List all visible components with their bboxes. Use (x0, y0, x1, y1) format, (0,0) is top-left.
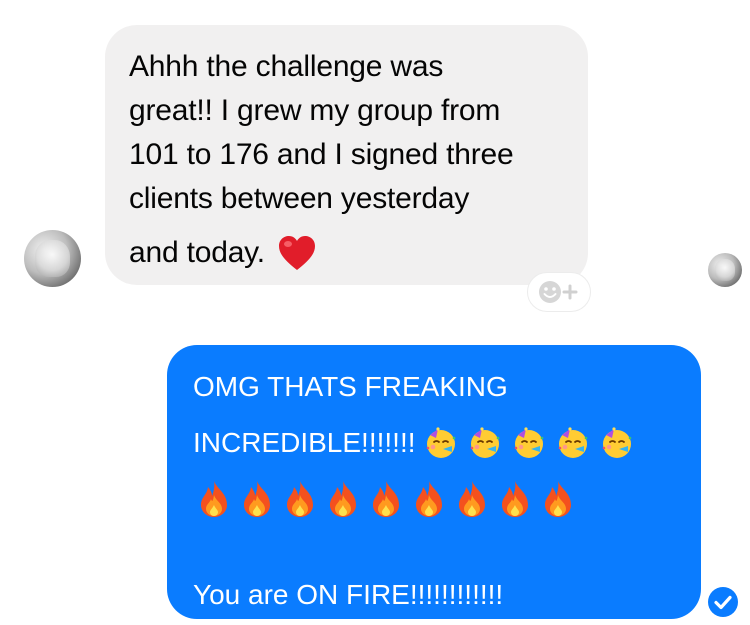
incoming-line-4: clients between yesterday (129, 182, 470, 215)
seen-by-avatar (708, 253, 742, 287)
fire-emoji-icon (502, 481, 528, 517)
fire-emoji-icon (330, 481, 356, 517)
outgoing-line-1: OMG THATS FREAKING (193, 359, 681, 415)
incoming-line-2: great!! I grew my group from (129, 94, 501, 127)
incoming-line-1: Ahhh the challenge was (129, 50, 444, 83)
incoming-line-5: and today. (129, 231, 564, 275)
fire-emoji-row (193, 471, 681, 527)
party-face-emoji-icon (602, 427, 631, 458)
fire-emoji-icon (416, 481, 442, 517)
incoming-line-5-text: and today. (129, 236, 265, 269)
incoming-line-3: 101 to 176 and I signed three (129, 138, 514, 171)
fire-emoji-icon (287, 481, 313, 517)
party-face-emoji-icon (470, 427, 499, 458)
fire-emoji-icon (459, 481, 485, 517)
empty-line (193, 527, 681, 567)
outgoing-line-4: You are ON FIRE!!!!!!!!!!!! (193, 567, 681, 623)
fire-emoji-icon (373, 481, 399, 517)
add-reaction-button[interactable] (527, 272, 591, 312)
sender-avatar[interactable] (24, 230, 81, 287)
blue-check-circle-icon (708, 587, 738, 617)
party-face-emoji-icon (514, 427, 543, 458)
fire-emoji-icon (545, 481, 571, 517)
outgoing-line-2: INCREDIBLE!!!!!!! (193, 415, 681, 471)
party-face-emoji-icon (426, 427, 455, 458)
fire-emoji-icon (244, 481, 270, 517)
outgoing-line-2-text: INCREDIBLE!!!!!!! (193, 427, 416, 458)
party-emoji-group (416, 426, 634, 460)
red-heart-emoji-icon (278, 236, 315, 270)
outgoing-line-4-text: You are ON FIRE!!!!!!!!!!!! (193, 579, 504, 610)
outgoing-message-bubble[interactable]: OMG THATS FREAKING INCREDIBLE!!!!!!! You… (167, 345, 701, 619)
outgoing-line-1-text: OMG THATS FREAKING (193, 371, 508, 402)
smiley-plus-icon (539, 281, 578, 303)
fire-emoji-icon (201, 481, 227, 517)
party-face-emoji-icon (558, 427, 587, 458)
incoming-message-bubble[interactable]: Ahhh the challenge was great!! I grew my… (105, 25, 588, 285)
